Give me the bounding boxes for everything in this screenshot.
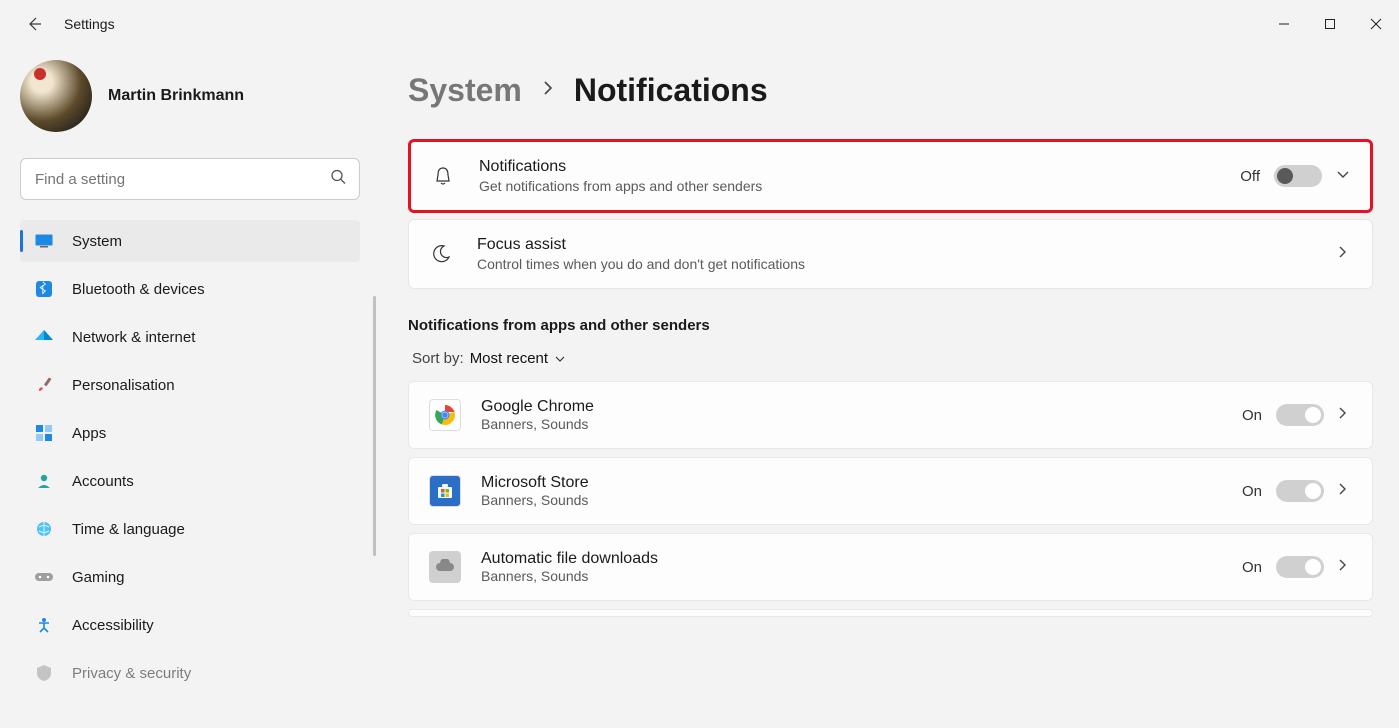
close-button[interactable] [1353,6,1399,42]
search-input[interactable] [20,158,360,200]
network-icon [34,327,54,347]
sidebar-item-label: Accessibility [72,617,154,634]
notifications-card[interactable]: Notifications Get notifications from app… [408,139,1373,213]
titlebar: Settings [0,0,1399,48]
app-sender-row-partial[interactable] [408,609,1373,617]
section-heading: Notifications from apps and other sender… [408,317,1373,334]
accessibility-icon [34,615,54,635]
app-title: Google Chrome [481,398,1242,416]
window-title: Settings [64,16,115,32]
app-toggle[interactable] [1276,404,1324,426]
breadcrumb-current: Notifications [574,72,768,109]
notifications-toggle[interactable] [1274,165,1322,187]
sort-value: Most recent [470,350,548,367]
sidebar-item-label: Personalisation [72,377,175,394]
sidebar-item-label: Bluetooth & devices [72,281,205,298]
app-sender-row[interactable]: Automatic file downloads Banners, Sounds… [408,533,1373,601]
clock-globe-icon [34,519,54,539]
msstore-icon [429,475,461,507]
app-toggle[interactable] [1276,556,1324,578]
app-subtitle: Banners, Sounds [481,568,1242,584]
app-sender-row[interactable]: Google Chrome Banners, Sounds On [408,381,1373,449]
person-icon [34,471,54,491]
apps-icon [34,423,54,443]
chevron-right-icon [542,79,554,103]
sidebar: Martin Brinkmann System Bluetooth & devi… [0,48,380,728]
profile-name: Martin Brinkmann [108,87,244,105]
gamepad-icon [34,567,54,587]
app-subtitle: Banners, Sounds [481,492,1242,508]
avatar [20,60,92,132]
sidebar-item-privacy[interactable]: Privacy & security [20,652,360,694]
nav: System Bluetooth & devices Network & int… [20,220,360,694]
breadcrumb: System Notifications [408,72,1373,109]
cloud-download-icon [429,551,461,583]
sidebar-item-apps[interactable]: Apps [20,412,360,454]
system-icon [34,231,54,251]
card-title: Notifications [479,158,1240,176]
maximize-button[interactable] [1307,6,1353,42]
app-sender-row[interactable]: Microsoft Store Banners, Sounds On [408,457,1373,525]
sidebar-item-label: Network & internet [72,329,195,346]
app-title: Microsoft Store [481,474,1242,492]
sidebar-item-bluetooth[interactable]: Bluetooth & devices [20,268,360,310]
chevron-right-icon[interactable] [1338,245,1352,264]
card-title: Focus assist [477,236,1338,254]
minimize-button[interactable] [1261,6,1307,42]
chevron-down-icon[interactable] [1336,167,1350,185]
card-subtitle: Control times when you do and don't get … [477,256,1338,272]
sort-dropdown[interactable]: Sort by: Most recent [408,350,1373,367]
main-content: System Notifications Notifications Get n… [380,48,1399,728]
sidebar-item-label: System [72,233,122,250]
paintbrush-icon [34,375,54,395]
sidebar-item-network[interactable]: Network & internet [20,316,360,358]
sidebar-item-time[interactable]: Time & language [20,508,360,550]
sidebar-item-label: Time & language [72,521,185,538]
toggle-label: On [1242,483,1262,500]
bell-icon [431,164,455,188]
sort-label: Sort by: [412,350,464,367]
sidebar-item-personalisation[interactable]: Personalisation [20,364,360,406]
sidebar-item-label: Apps [72,425,106,442]
chrome-icon [429,399,461,431]
bluetooth-icon [34,279,54,299]
sidebar-item-label: Privacy & security [72,665,191,682]
sidebar-item-system[interactable]: System [20,220,360,262]
chevron-right-icon[interactable] [1338,482,1352,501]
app-toggle[interactable] [1276,480,1324,502]
shield-icon [34,663,54,683]
profile-block[interactable]: Martin Brinkmann [20,60,360,132]
sidebar-item-label: Gaming [72,569,125,586]
chevron-right-icon[interactable] [1338,558,1352,577]
sidebar-scrollbar[interactable] [373,296,376,556]
sidebar-item-accessibility[interactable]: Accessibility [20,604,360,646]
sidebar-item-label: Accounts [72,473,134,490]
search-icon [330,169,346,190]
sidebar-item-accounts[interactable]: Accounts [20,460,360,502]
toggle-label: On [1242,559,1262,576]
chevron-right-icon[interactable] [1338,406,1352,425]
breadcrumb-parent[interactable]: System [408,72,522,109]
app-subtitle: Banners, Sounds [481,416,1242,432]
sidebar-item-gaming[interactable]: Gaming [20,556,360,598]
chevron-down-icon [554,350,566,367]
toggle-label: On [1242,407,1262,424]
toggle-label: Off [1240,168,1260,185]
back-button[interactable] [24,14,44,34]
card-subtitle: Get notifications from apps and other se… [479,178,1240,194]
app-title: Automatic file downloads [481,550,1242,568]
moon-icon [429,242,453,266]
focus-assist-card[interactable]: Focus assist Control times when you do a… [408,219,1373,289]
